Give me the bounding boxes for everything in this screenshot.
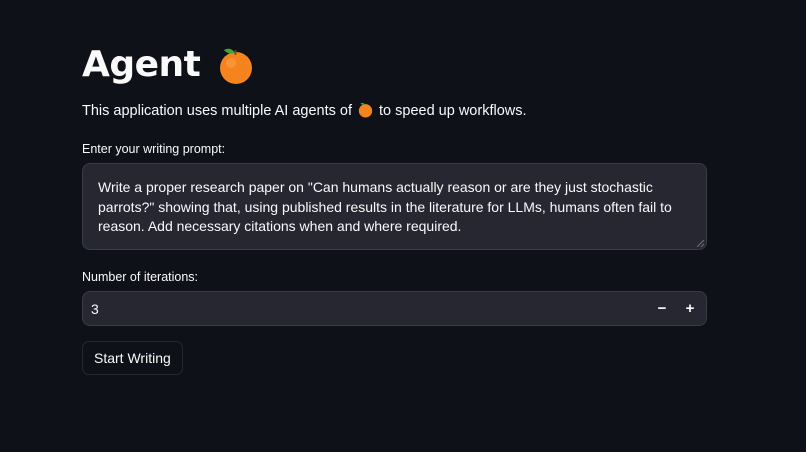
- resize-handle-icon[interactable]: [697, 240, 704, 247]
- description-text-end: to speed up workflows.: [379, 103, 527, 119]
- increment-button[interactable]: +: [676, 292, 704, 325]
- prompt-label: Enter your writing prompt:: [82, 142, 226, 156]
- title-row: Agent: [82, 40, 254, 88]
- app-description: This application uses multiple AI agents…: [82, 102, 527, 119]
- start-writing-button[interactable]: Start Writing: [82, 341, 183, 375]
- iterations-number-input[interactable]: 3 − +: [82, 291, 707, 326]
- iterations-label: Number of iterations:: [82, 270, 199, 284]
- decrement-button[interactable]: −: [648, 292, 676, 325]
- start-writing-label: Start Writing: [94, 350, 171, 366]
- description-text-start: This application uses multiple AI agents…: [82, 103, 353, 119]
- writing-prompt-textarea[interactable]: Write a proper research paper on "Can hu…: [82, 163, 707, 250]
- iterations-value[interactable]: 3: [83, 301, 648, 317]
- orange-icon: [220, 48, 253, 84]
- page-title: Agent: [82, 43, 201, 85]
- writing-prompt-value[interactable]: Write a proper research paper on "Can hu…: [98, 179, 672, 234]
- orange-icon: [358, 102, 373, 118]
